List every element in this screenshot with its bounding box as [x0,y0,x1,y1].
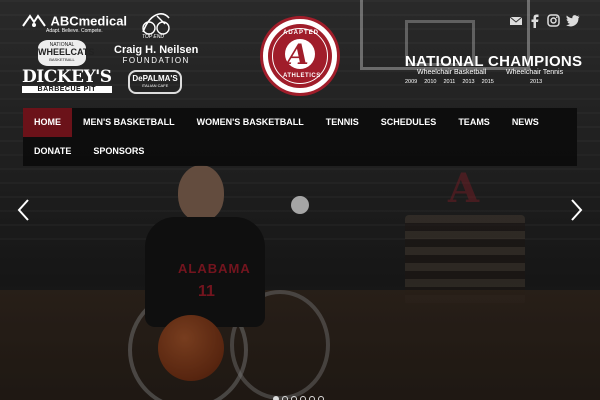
logo-top-text: ADAPTED [283,30,320,36]
logo-bottom-text: ATHLETICS [283,73,321,79]
slider-page-dot[interactable] [282,396,288,400]
sponsor-top-end[interactable]: TOP END [135,10,175,42]
sponsor-dickeys[interactable]: DICKEY'S BARBECUE PIT [22,68,112,93]
logo-letter: A [287,38,309,71]
depalmas-sub: ITALIAN CAFE [141,83,169,88]
slider-page-dot[interactable] [309,396,315,400]
champion-year: 2015 [481,79,494,85]
adapted-athletics-logo[interactable]: ADAPTED A ATHLETICS [260,16,340,96]
sponsor-wheelcats[interactable]: NATIONAL WHEELCATS BASKETBALL [38,40,95,66]
slider-page-dot[interactable] [318,396,324,400]
neilsen-name: Craig H. Neilsen [114,44,199,56]
nav-row: HOME MEN'S BASKETBALL WOMEN'S BASKETBALL… [23,108,550,137]
champion-year: 2010 [424,79,437,85]
nav-item-home[interactable]: HOME [23,108,72,137]
nav-item-news[interactable]: NEWS [501,108,550,137]
facebook-icon[interactable] [530,14,540,28]
abc-medical-name: ABCmedical [50,13,128,29]
champion-year: 2013 [462,79,475,85]
champions-years-basketball: 2009 2010 2011 2013 2015 [405,79,501,85]
top-end-logo-icon [142,13,170,35]
nav-item-donate[interactable]: DONATE [23,137,82,166]
nav-row: DONATE SPONSORS [23,137,155,166]
slider-prev-arrow-icon[interactable] [16,198,30,222]
neilsen-sub: FOUNDATION [122,56,190,65]
nav-item-teams[interactable]: TEAMS [447,108,501,137]
champions-category-basketball: Wheelchair Basketball [417,69,487,76]
instagram-icon[interactable] [547,14,560,28]
nav-item-womens-basketball[interactable]: WOMEN'S BASKETBALL [186,108,315,137]
slider-loading-indicator [291,196,309,214]
wheelcats-name: WHEELCATS [38,47,95,57]
nav-item-mens-basketball[interactable]: MEN'S BASKETBALL [72,108,186,137]
depalmas-name: DePALMA'S [132,74,178,83]
sponsor-depalmas[interactable]: DePALMA'S ITALIAN CAFE [128,70,182,94]
sponsor-neilsen-foundation[interactable]: Craig H. Neilsen FOUNDATION [114,44,199,66]
top-end-label: TOP END [142,34,164,40]
twitter-icon[interactable] [566,14,580,28]
slider-page-dot[interactable] [291,396,297,400]
abc-medical-logo-icon [22,13,46,27]
slider-page-dot[interactable] [300,396,306,400]
champions-years-tennis: 2013 [530,79,543,85]
nav-item-schedules[interactable]: SCHEDULES [370,108,448,137]
champions-category-tennis: Wheelchair Tennis [506,69,564,76]
national-champions-banner: NATIONAL CHAMPIONS Wheelchair Basketball… [405,53,583,85]
dickeys-sub: BARBECUE PIT [22,86,112,93]
slider-page-dot[interactable] [273,396,279,400]
logo-badge: ADAPTED A ATHLETICS [268,24,332,88]
nav-item-sponsors[interactable]: SPONSORS [82,137,155,166]
champion-year: 2011 [443,79,456,85]
wheelcats-sub: BASKETBALL [49,57,75,62]
champions-title: NATIONAL CHAMPIONS [405,53,583,70]
slider-next-arrow-icon[interactable] [570,198,584,222]
dickeys-name: DICKEY'S [22,67,112,87]
champion-year: 2009 [405,79,418,85]
sponsor-abc-medical[interactable]: ABCmedical Adapt. Believe. Compete. [22,12,128,34]
main-navigation: HOME MEN'S BASKETBALL WOMEN'S BASKETBALL… [23,108,577,166]
nav-item-tennis[interactable]: TENNIS [315,108,370,137]
slider-pagination [273,396,324,400]
abc-medical-tagline: Adapt. Believe. Compete. [46,28,103,34]
mail-icon[interactable] [509,14,523,28]
